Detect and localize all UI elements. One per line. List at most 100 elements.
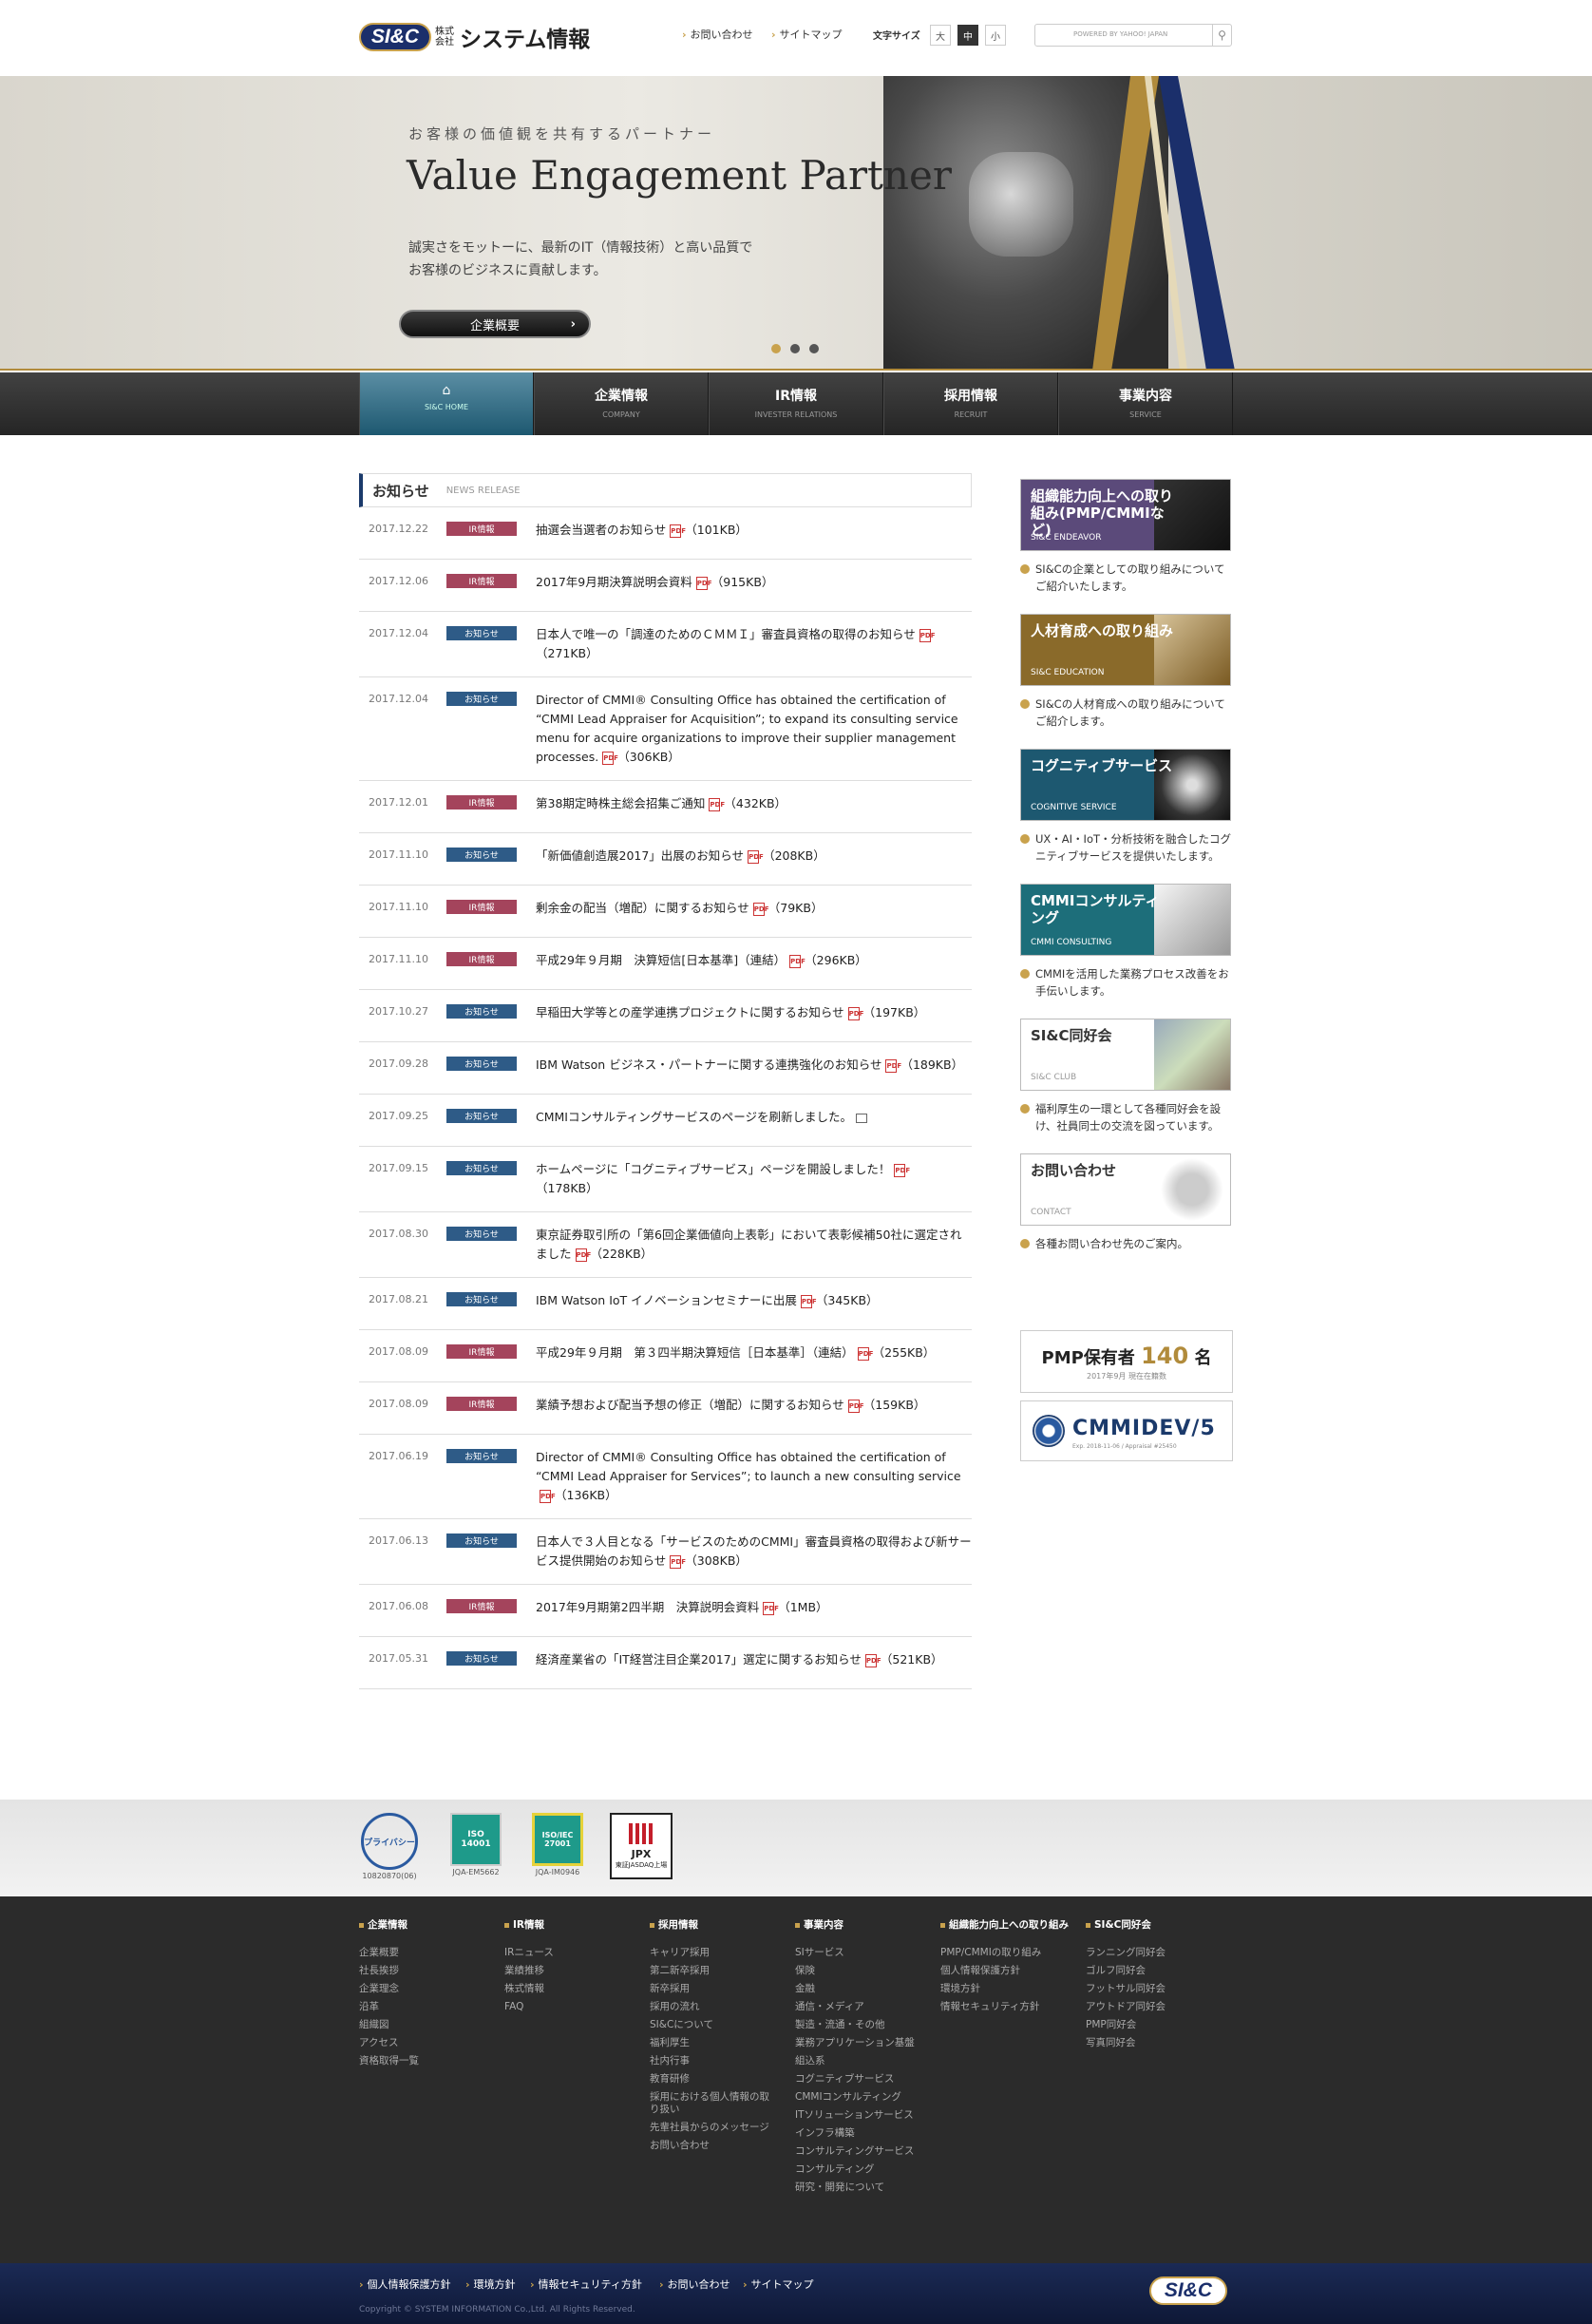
news-link[interactable]: 日本人で３人目となる「サービスのためのCMMI」審査員資格の取得および新サービス… (536, 1534, 972, 1568)
news-item[interactable]: 2017.12.06 IR情報 2017年9月期決算説明会資料 PDF（915KB） (359, 560, 972, 612)
nav-ir[interactable]: IR情報 INVESTER RELATIONS (709, 372, 883, 435)
footer-link[interactable]: 企業理念 (359, 1983, 483, 1995)
footer-link[interactable]: 新卒採用 (650, 1983, 773, 1995)
news-item[interactable]: 2017.05.31 お知らせ 経済産業省の「IT経営注目企業2017」選定に関する… (359, 1637, 972, 1689)
news-item[interactable]: 2017.09.15 お知らせ ホームページに「コグニティブサービス」ページを開設し… (359, 1147, 972, 1212)
footer-link[interactable]: 環境方針 (940, 1983, 1064, 1995)
nav-recruit[interactable]: 採用情報 RECRUIT (883, 372, 1058, 435)
footer-link[interactable]: アウトドア同好会 (1086, 2001, 1209, 2013)
news-link[interactable]: 日本人で唯一の「調達のためのＣＭＭＩ」審査員資格の取得のお知らせ (536, 627, 916, 641)
news-link[interactable]: 2017年9月期決算説明会資料 (536, 575, 692, 589)
footer-link[interactable]: 組込系 (795, 2055, 919, 2067)
font-size-medium-button[interactable]: 中 (957, 25, 978, 46)
news-link[interactable]: IBM Watson ビジネス・パートナーに関する連携強化のお知らせ (536, 1057, 881, 1072)
footer-link[interactable]: 研究・開発について (795, 2181, 919, 2194)
footer-link[interactable]: 株式情報 (504, 1983, 628, 1995)
search-input[interactable]: POWERED BY YAHOO! JAPAN ⚲ (1034, 24, 1232, 47)
footer-link[interactable]: アクセス (359, 2037, 483, 2049)
news-link[interactable]: 業績予想および配当予想の修正（増配）に関するお知らせ (536, 1398, 844, 1412)
footer-link[interactable]: PMP/CMMIの取り組み (940, 1947, 1064, 1959)
footer-link[interactable]: 製造・流通・その他 (795, 2019, 919, 2031)
sidebar-banner[interactable]: 組織能力向上への取り組み(PMP/CMMIなど) SI&C ENDEAVOR (1020, 479, 1231, 551)
footer-column-head[interactable]: IR情報 (504, 1917, 647, 1932)
news-item[interactable]: 2017.09.25 お知らせ CMMIコンサルティングサービスのページを刷新しまし… (359, 1095, 972, 1147)
footer-link[interactable]: 情報セキュリティ方針 (940, 2001, 1064, 2013)
news-link[interactable]: 経済産業省の「IT経営注目企業2017」選定に関するお知らせ (536, 1652, 862, 1667)
footer-column-head[interactable]: 採用情報 (650, 1917, 792, 1932)
sidebar-banner[interactable]: SI&C同好会 SI&C CLUB (1020, 1019, 1231, 1091)
footer-link[interactable]: ITソリューションサービス (795, 2109, 919, 2122)
news-item[interactable]: 2017.11.10 IR情報 剰余金の配当（増配）に関するお知らせ PDF（79KB… (359, 886, 972, 938)
footer-link[interactable]: 採用の流れ (650, 2001, 773, 2013)
nav-home[interactable]: ⌂ SI&C HOME (359, 372, 534, 435)
jpx-mark[interactable]: JPX 東証JASDAQ上場 (610, 1813, 673, 1879)
news-link[interactable]: CMMIコンサルティングサービスのページを刷新しました。 (536, 1110, 852, 1124)
footer-link[interactable]: PMP同好会 (1086, 2019, 1209, 2031)
footer-link[interactable]: お問い合わせ (650, 2140, 773, 2152)
sidebar-banner[interactable]: 人材育成への取り組み SI&C EDUCATION (1020, 614, 1231, 686)
footer-link[interactable]: 社長挨拶 (359, 1965, 483, 1977)
company-logo[interactable]: SI&C 株式会社 システム情報 (359, 21, 590, 53)
footer-link[interactable]: 沿革 (359, 2001, 483, 2013)
sidebar-banner[interactable]: コグニティブサービス COGNITIVE SERVICE (1020, 749, 1231, 821)
news-link[interactable]: 早稲田大学等との産学連携プロジェクトに関するお知らせ (536, 1005, 844, 1019)
footer-link[interactable]: SIサービス (795, 1947, 919, 1959)
footer-link[interactable]: インフラ構築 (795, 2127, 919, 2140)
footer-column-head[interactable]: SI&C同好会 (1086, 1917, 1228, 1932)
news-item[interactable]: 2017.08.21 お知らせ IBM Watson IoT イノベーションセミナー… (359, 1278, 972, 1330)
footer-link[interactable]: 企業概要 (359, 1947, 483, 1959)
news-link[interactable]: 剰余金の配当（増配）に関するお知らせ (536, 901, 749, 915)
footer-link[interactable]: SI&Cについて (650, 2019, 773, 2031)
news-item[interactable]: 2017.08.09 IR情報 平成29年９月期 第３四半期決算短信［日本基準］（連… (359, 1330, 972, 1382)
news-item[interactable]: 2017.09.28 お知らせ IBM Watson ビジネス・パートナーに関する連… (359, 1042, 972, 1095)
nav-service[interactable]: 事業内容 SERVICE (1058, 372, 1233, 435)
footer-column-head[interactable]: 事業内容 (795, 1917, 938, 1932)
slide-dot-2[interactable] (790, 344, 800, 353)
footer-link[interactable]: 写真同好会 (1086, 2037, 1209, 2049)
footer-link[interactable]: ランニング同好会 (1086, 1947, 1209, 1959)
footer-link[interactable]: 業績推移 (504, 1965, 628, 1977)
news-link[interactable]: 2017年9月期第2四半期 決算説明会資料 (536, 1600, 759, 1614)
footer-link[interactable]: 福利厚生 (650, 2037, 773, 2049)
iso27001-mark[interactable]: ISO/IEC 27001 JQA-IM0946 (532, 1813, 583, 1876)
sitemap-link[interactable]: サイトマップ (771, 27, 843, 42)
footer-link[interactable]: 社内行事 (650, 2055, 773, 2067)
news-item[interactable]: 2017.11.10 お知らせ 「新価値創造展2017」出展のお知らせ PDF（208… (359, 833, 972, 886)
news-item[interactable]: 2017.08.30 お知らせ 東京証券取引所の「第6回企業価値向上表彰」において表… (359, 1212, 972, 1278)
news-link[interactable]: 第38期定時株主総会招集ご通知 (536, 796, 705, 810)
news-link[interactable]: IBM Watson IoT イノベーションセミナーに出展 (536, 1293, 797, 1307)
search-icon[interactable]: ⚲ (1212, 25, 1231, 46)
sidebar-banner[interactable]: CMMIコンサルティング CMMI CONSULTING (1020, 884, 1231, 956)
iso14001-mark[interactable]: ISO 14001 JQA-EM5662 (450, 1813, 502, 1876)
footer-link-sitemap[interactable]: サイトマップ (743, 2276, 814, 2292)
footer-column-head[interactable]: 企業情報 (359, 1917, 502, 1932)
footer-link[interactable]: 資格取得一覧 (359, 2055, 483, 2067)
footer-link[interactable]: コグニティブサービス (795, 2073, 919, 2086)
footer-link[interactable]: フットサル同好会 (1086, 1983, 1209, 1995)
footer-link[interactable]: FAQ (504, 2001, 628, 2013)
footer-link[interactable]: キャリア採用 (650, 1947, 773, 1959)
footer-link[interactable]: 採用における個人情報の取り扱い (650, 2091, 773, 2116)
news-link[interactable]: 平成29年９月期 第３四半期決算短信［日本基準］（連結） (536, 1345, 854, 1360)
footer-link[interactable]: 個人情報保護方針 (940, 1965, 1064, 1977)
news-link[interactable]: 平成29年９月期 決算短信[日本基準]（連結） (536, 953, 786, 967)
news-item[interactable]: 2017.12.04 お知らせ Director of CMMI® Consulti… (359, 677, 972, 781)
sidebar-banner[interactable]: お問い合わせ CONTACT (1020, 1153, 1231, 1226)
slide-dot-3[interactable] (809, 344, 819, 353)
footer-link-environment[interactable]: 環境方針 (465, 2276, 516, 2292)
footer-link-security[interactable]: 情報セキュリティ方針 (530, 2276, 642, 2292)
font-size-large-button[interactable]: 大 (930, 25, 951, 46)
footer-link[interactable]: 保険 (795, 1965, 919, 1977)
footer-link[interactable]: コンサルティング (795, 2163, 919, 2176)
font-size-small-button[interactable]: 小 (985, 25, 1006, 46)
slide-dot-1[interactable] (771, 344, 781, 353)
news-item[interactable]: 2017.06.08 IR情報 2017年9月期第2四半期 決算説明会資料 PDF（1… (359, 1585, 972, 1637)
footer-link[interactable]: CMMIコンサルティング (795, 2091, 919, 2104)
news-item[interactable]: 2017.12.01 IR情報 第38期定時株主総会招集ご通知 PDF（432KB） (359, 781, 972, 833)
news-item[interactable]: 2017.12.04 お知らせ 日本人で唯一の「調達のためのＣＭＭＩ」審査員資格の取… (359, 612, 972, 677)
footer-link-privacy[interactable]: 個人情報保護方針 (359, 2276, 451, 2292)
footer-link[interactable]: 金融 (795, 1983, 919, 1995)
footer-link[interactable]: 教育研修 (650, 2073, 773, 2086)
news-item[interactable]: 2017.12.22 IR情報 抽選会当選者のお知らせ PDF（101KB） (359, 507, 972, 560)
news-item[interactable]: 2017.11.10 IR情報 平成29年９月期 決算短信[日本基準]（連結） PDF… (359, 938, 972, 990)
